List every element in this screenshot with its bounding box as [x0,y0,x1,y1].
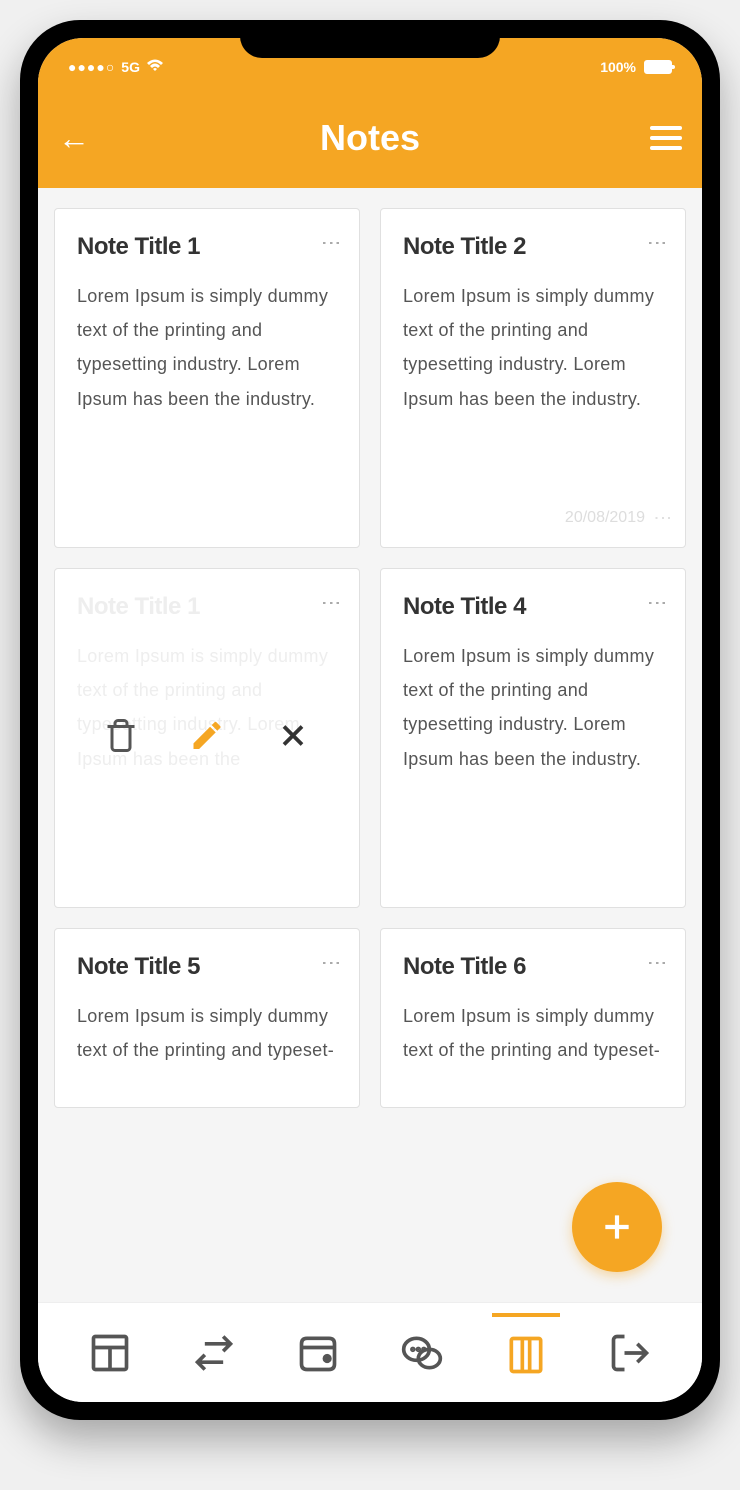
note-more-icon[interactable]: ⋮ [651,233,663,251]
note-card[interactable]: Note Title 1 ⋮ Lorem Ipsum is simply dum… [54,208,360,548]
battery-icon [644,60,672,74]
note-action-overlay [103,718,311,759]
note-body: Lorem Ipsum is simply dummy text of the … [77,279,337,416]
hamburger-menu-button[interactable] [650,126,682,150]
note-card[interactable]: Note Title 4 ⋮ Lorem Ipsum is simply dum… [380,568,686,908]
note-body: Lorem Ipsum is simply dummy text of the … [403,999,663,1067]
note-title: Note Title 4 [403,593,526,621]
note-more-icon[interactable]: ⋮ [325,593,337,611]
nav-transfer[interactable] [180,1319,248,1387]
nav-dashboard[interactable] [76,1319,144,1387]
note-title: Note Title 1 [77,233,200,261]
phone-screen: ●●●●○ 5G 100% ← Notes [38,38,702,1402]
note-body: Lorem Ipsum is simply dummy text of the … [403,639,663,776]
signal-dots: ●●●●○ [68,59,115,75]
note-card[interactable]: Note Title 6 ⋮ Lorem Ipsum is simply dum… [380,928,686,1108]
phone-frame: ●●●●○ 5G 100% ← Notes [20,20,720,1420]
back-button[interactable]: ← [58,120,90,157]
content-area: Note Title 1 ⋮ Lorem Ipsum is simply dum… [38,188,702,1302]
note-card[interactable]: Note Title 5 ⋮ Lorem Ipsum is simply dum… [54,928,360,1108]
note-body: Lorem Ipsum is simply dummy text of the … [403,279,663,416]
nav-chat[interactable] [388,1319,456,1387]
notes-grid: Note Title 1 ⋮ Lorem Ipsum is simply dum… [54,208,686,1108]
note-card[interactable]: Note Title 2 ⋮ Lorem Ipsum is simply dum… [380,208,686,548]
note-title: Note Title 5 [77,953,200,981]
note-more-icon[interactable]: ⋮ [651,953,663,971]
note-title: Note Title 1 [77,593,200,621]
note-more-icon[interactable]: ⋮ [325,953,337,971]
note-card-selected[interactable]: Note Title 1 ⋮ Lorem Ipsum is simply dum… [54,568,360,908]
wifi-icon [146,59,164,76]
battery-label: 100% [600,59,636,75]
nav-wallet[interactable] [284,1319,352,1387]
note-body: Lorem Ipsum is simply dummy text of the … [77,999,337,1067]
nav-notes[interactable] [492,1313,560,1389]
phone-notch [240,20,500,58]
add-note-fab[interactable] [572,1182,662,1272]
app-header: ← Notes [38,88,702,188]
note-title: Note Title 6 [403,953,526,981]
nav-logout[interactable] [596,1319,664,1387]
page-title: Notes [320,117,420,159]
note-title: Note Title 2 [403,233,526,261]
network-label: 5G [121,59,140,75]
note-date: 20/08/2019 [565,509,645,527]
note-more-icon[interactable]: ⋮ [651,593,663,611]
delete-icon[interactable] [103,718,139,759]
note-date-more-icon[interactable]: ⋮ [658,509,667,527]
bottom-nav [38,1302,702,1402]
note-more-icon[interactable]: ⋮ [325,233,337,251]
edit-icon[interactable] [189,718,225,759]
close-icon[interactable] [275,718,311,759]
